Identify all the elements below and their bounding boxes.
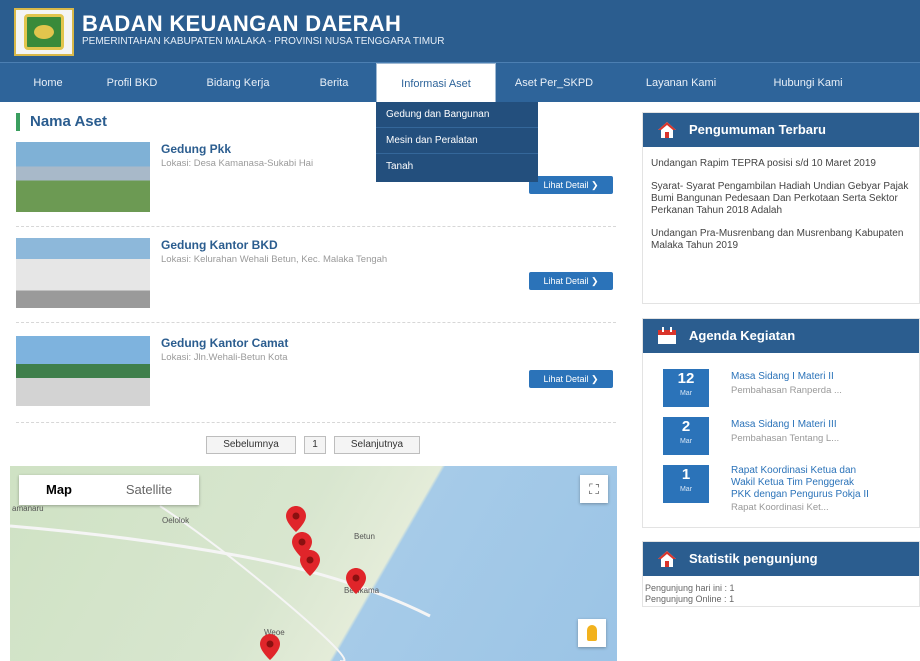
view-detail-button[interactable]: Lihat Detail ❯ [529,370,613,388]
agenda-item[interactable]: 1 Mar Rapat Koordinasi Ketua dan Wakil K… [663,465,919,525]
nav-informasi-aset[interactable]: Informasi Aset [376,63,496,104]
asset-item: Gedung Kantor BKD Lokasi: Kelurahan Weha… [16,238,616,318]
visitors-today: Pengunjung hari ini : 1 [645,583,735,593]
informasi-aset-dropdown: Gedung dan Bangunan Mesin dan Peralatan … [376,102,538,182]
site-header: BADAN KEUANGAN DAERAH PEMERINTAHAN KABUP… [0,0,920,62]
calendar-icon [658,327,676,344]
map-type-control: Map Satellite [19,475,199,505]
map-pin-icon[interactable] [286,506,306,532]
dropdown-item-mesin[interactable]: Mesin dan Peralatan [376,128,538,154]
satellite-tab[interactable]: Satellite [99,475,199,505]
asset-location: Lokasi: Desa Kamanasa-Sukabi Hai [161,158,314,169]
map-pin-icon[interactable] [300,550,320,576]
date-month: Mar [679,438,693,445]
asset-thumbnail[interactable] [16,142,150,212]
divider [16,422,616,423]
dropdown-item-tanah[interactable]: Tanah [376,154,538,180]
agenda-subtitle: Pembahasan Ranperda ... [731,385,842,396]
agenda-title[interactable]: Masa Sidang I Materi II [731,371,834,383]
asset-item: Gedung Kantor Camat Lokasi: Jln.Wehali-B… [16,336,616,416]
date-day: 12 [677,370,695,387]
divider [16,226,616,227]
agenda-item[interactable]: 12 Mar Masa Sidang I Materi II Pembahasa… [663,369,919,415]
panel-title: Agenda Kegiatan [689,328,796,343]
page-number-button[interactable]: 1 [304,436,326,454]
nav-profil-bkd[interactable]: Profil BKD [92,63,172,103]
agenda-title-line[interactable]: Wakil Ketua Tim Penggerak [731,477,854,489]
map-pin-icon[interactable] [346,568,366,594]
panel-header: Pengumuman Terbaru [643,113,919,147]
pegman-icon[interactable] [578,619,606,647]
site-subtitle: PEMERINTAHAN KABUPATEN MALAKA - PROVINSI… [82,36,445,47]
date-badge: 1 Mar [663,465,709,503]
announcement-link[interactable]: Undangan Rapim TEPRA posisi s/d 10 Maret… [651,158,911,170]
location-map[interactable]: amanaru Oelolok Betun Besikama Weoe Map … [10,466,617,661]
map-place-label: Oelolok [162,516,190,525]
announcements-panel: Pengumuman Terbaru Undangan Rapim TEPRA … [642,112,920,304]
agenda-subtitle: Pembahasan Tentang L... [731,433,840,444]
home-icon [658,122,676,138]
view-detail-button[interactable]: Lihat Detail ❯ [529,272,613,290]
dropdown-item-gedung[interactable]: Gedung dan Bangunan [376,102,538,128]
asset-location: Lokasi: Kelurahan Wehali Betun, Kec. Mal… [161,254,388,265]
agenda-title[interactable]: Masa Sidang I Materi III [731,419,837,431]
asset-thumbnail[interactable] [16,238,150,308]
agenda-subtitle: Rapat Koordinasi Ket... [731,502,829,513]
nav-aset-per-skpd[interactable]: Aset Per_SKPD [508,63,600,103]
date-month: Mar [679,486,693,493]
date-badge: 2 Mar [663,417,709,455]
asset-thumbnail[interactable] [16,336,150,406]
date-day: 2 [681,418,691,435]
panel-header: Statistik pengunjung [643,542,919,576]
asset-name[interactable]: Gedung Kantor Camat [161,336,288,350]
asset-name[interactable]: Gedung Pkk [161,142,231,156]
agenda-panel: Agenda Kegiatan 12 Mar Masa Sidang I Mat… [642,318,920,528]
asset-location: Lokasi: Jln.Wehali-Betun Kota [161,352,288,363]
date-badge: 12 Mar [663,369,709,407]
map-pin-icon[interactable] [260,634,280,660]
nav-hubungi-kami[interactable]: Hubungi Kami [758,63,858,103]
map-tab[interactable]: Map [19,475,99,505]
prev-page-button[interactable]: Sebelumnya [206,436,296,454]
home-icon [658,551,676,567]
nav-home[interactable]: Home [22,63,74,103]
view-detail-button[interactable]: Lihat Detail ❯ [529,176,613,194]
fullscreen-icon[interactable]: ⛶ [580,475,608,503]
announcement-link[interactable]: Undangan Pra-Musrenbang dan Musrenbang K… [651,228,911,252]
map-place-label: Betun [354,532,375,541]
agenda-title-line[interactable]: PKK dengan Pengurus Pokja II [731,489,869,501]
panel-title: Pengumuman Terbaru [689,122,827,137]
divider [16,322,616,323]
nav-bidang-kerja[interactable]: Bidang Kerja [196,63,280,103]
map-place-label: amanaru [12,504,44,513]
stats-panel: Statistik pengunjung Pengunjung hari ini… [642,541,920,607]
agenda-item[interactable]: 2 Mar Masa Sidang I Materi III Pembahasa… [663,417,919,463]
panel-header: Agenda Kegiatan [643,319,919,353]
nav-berita[interactable]: Berita [306,63,362,103]
date-day: 1 [681,466,691,483]
announcement-link[interactable]: Syarat- Syarat Pengambilan Hadiah Undian… [651,181,911,217]
date-month: Mar [679,390,693,397]
nav-layanan-kami[interactable]: Layanan Kami [640,63,722,103]
agenda-title-line[interactable]: Rapat Koordinasi Ketua dan [731,465,856,477]
site-logo[interactable] [14,8,74,56]
site-title: BADAN KEUANGAN DAERAH [82,11,402,36]
visitors-online: Pengunjung Online : 1 [645,594,735,604]
next-page-button[interactable]: Selanjutnya [334,436,420,454]
panel-title: Statistik pengunjung [689,551,818,566]
asset-name[interactable]: Gedung Kantor BKD [161,238,278,252]
main-nav: Home Profil BKD Bidang Kerja Berita Info… [0,62,920,104]
section-title: Nama Aset [16,113,107,131]
